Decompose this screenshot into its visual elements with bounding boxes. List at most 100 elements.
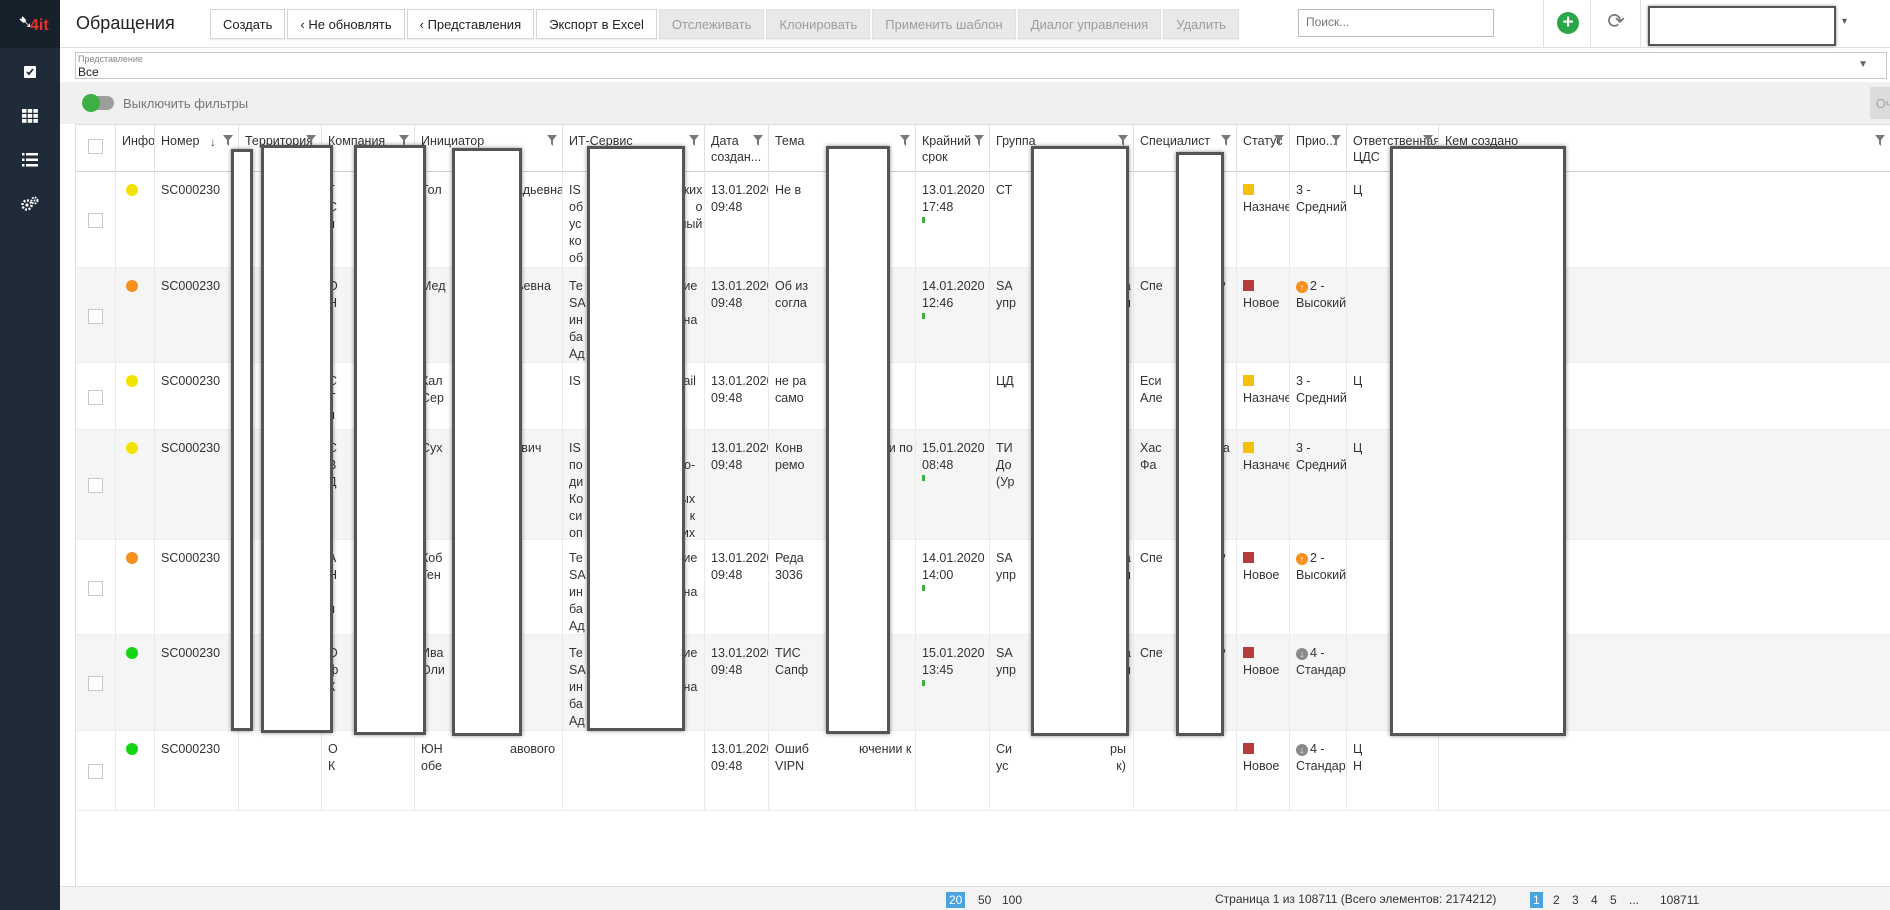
page-size-20[interactable]: 20 bbox=[946, 892, 966, 908]
cell-created: 13.01.2020 09:48 bbox=[705, 731, 769, 810]
divider bbox=[1590, 0, 1591, 48]
page-1[interactable]: 1 bbox=[1530, 892, 1543, 908]
list-icon[interactable] bbox=[18, 148, 42, 172]
export-excel-button[interactable]: Экспорт в Excel bbox=[536, 9, 657, 39]
row-checkbox[interactable] bbox=[88, 580, 103, 596]
cell-status: Новое bbox=[1237, 731, 1290, 810]
page-size-50[interactable]: 50 bbox=[975, 892, 994, 908]
row-checkbox[interactable] bbox=[88, 676, 103, 691]
column-header-number[interactable]: Номер ↓ bbox=[155, 125, 239, 173]
create-button[interactable]: Создать bbox=[210, 9, 286, 39]
topic-value: не ра само bbox=[775, 374, 807, 405]
column-header-info[interactable]: Инфо bbox=[116, 125, 155, 173]
cell-info bbox=[116, 172, 155, 267]
page-size-100[interactable]: 100 bbox=[999, 892, 1025, 908]
control-dialog-button[interactable]: Диалог управления bbox=[1017, 9, 1162, 39]
filter-icon[interactable] bbox=[974, 135, 984, 151]
cell-initiator: ЮН обе авового bbox=[415, 731, 563, 810]
row-checkbox[interactable] bbox=[88, 213, 103, 228]
page-3[interactable]: 3 bbox=[1569, 892, 1582, 908]
it-service-value: IS bbox=[569, 374, 581, 388]
app-logo[interactable]: ➷ 4it bbox=[0, 0, 60, 48]
settings-cogs-icon[interactable] bbox=[18, 192, 42, 216]
cell-deadline bbox=[916, 731, 990, 810]
cell-cds: Ц Н bbox=[1347, 731, 1439, 810]
cell-select bbox=[76, 172, 116, 267]
redaction-box bbox=[1031, 146, 1129, 736]
column-header-created[interactable]: Дата создан... bbox=[705, 125, 769, 173]
row-checkbox[interactable] bbox=[88, 389, 103, 405]
row-checkbox[interactable] bbox=[88, 308, 103, 324]
column-header-prio[interactable]: Прио... bbox=[1290, 125, 1347, 173]
filters-toggle[interactable] bbox=[82, 94, 114, 112]
topic-value: Конв ремо bbox=[775, 441, 805, 472]
clear-button[interactable]: Очистить bbox=[1870, 87, 1890, 119]
redaction-box bbox=[587, 146, 685, 731]
topic-value: Об из согла bbox=[775, 279, 809, 310]
deadline-progress-mark bbox=[922, 313, 925, 319]
page-4[interactable]: 4 bbox=[1588, 892, 1601, 908]
filter-icon[interactable] bbox=[1875, 135, 1885, 151]
page-5[interactable]: 5 bbox=[1607, 892, 1620, 908]
sort-desc-icon[interactable]: ↓ bbox=[210, 134, 216, 150]
page-2[interactable]: 2 bbox=[1550, 892, 1563, 908]
filter-icon[interactable] bbox=[900, 135, 910, 151]
add-icon[interactable]: + bbox=[1557, 12, 1579, 34]
column-header-status[interactable]: Статус bbox=[1237, 125, 1290, 173]
filter-icon[interactable] bbox=[1274, 135, 1284, 151]
cell-number: SC000230 bbox=[155, 268, 239, 362]
row-checkbox[interactable] bbox=[88, 478, 103, 493]
view-selector-caption: Представление bbox=[78, 54, 143, 64]
it-service-value: Те SA ин ба Ад по bbox=[569, 279, 586, 361]
it-service-value: IS по ди Ко си оп си bbox=[569, 441, 584, 539]
apply-template-button[interactable]: Применить шаблон bbox=[872, 9, 1016, 39]
filter-icon[interactable] bbox=[547, 135, 557, 151]
refresh-icon[interactable]: ⟳ bbox=[1604, 10, 1628, 34]
group-value: SA упр bbox=[996, 551, 1016, 582]
cell-info bbox=[116, 430, 155, 539]
cell-topic: Ошиб VIPN ючении к bbox=[769, 731, 916, 810]
no-refresh-button[interactable]: ‹ Не обновлять bbox=[287, 9, 405, 39]
redaction-box bbox=[452, 148, 522, 736]
cell-createdby bbox=[1439, 731, 1890, 810]
requests-grid: Инфо Номер ↓ Территория Компания Инициатор ИТ-… bbox=[75, 124, 1890, 886]
select-all-checkbox[interactable] bbox=[88, 139, 103, 154]
column-header-deadline[interactable]: Крайний срок bbox=[916, 125, 990, 173]
chevron-down-icon[interactable]: ▼ bbox=[1858, 59, 1868, 70]
filter-icon[interactable] bbox=[689, 135, 699, 151]
table-row[interactable]: SC000230А Н г нКоб ГенТе SA ин ба Ад пон… bbox=[76, 540, 1890, 635]
table-row[interactable]: SC000230Г С н зТолкадьевнаIS об ус ко об… bbox=[76, 172, 1890, 268]
table-row[interactable]: SC000230С Т н нКал СерISMail13.01.2020 0… bbox=[76, 363, 1890, 430]
grid-icon[interactable] bbox=[18, 104, 42, 128]
table-row[interactable]: SC000230 О К ЮН обе авового 13.01.2020 09:48… bbox=[76, 731, 1890, 811]
cell-select bbox=[76, 268, 116, 362]
track-button[interactable]: Отслеживать bbox=[658, 9, 765, 39]
cell-status: Новое bbox=[1237, 540, 1290, 634]
responsible-cds-value: Ц Н bbox=[1353, 742, 1363, 773]
page-last[interactable]: 108711 bbox=[1657, 892, 1702, 908]
filter-icon[interactable] bbox=[753, 135, 763, 151]
row-checkbox[interactable] bbox=[88, 764, 103, 779]
search-input[interactable]: Поиск... bbox=[1298, 9, 1494, 37]
top-toolbar: Обращения Создать ‹ Не обновлять ‹ Предс… bbox=[60, 0, 1890, 48]
cell-deadline: 15.01.2020 13:45 bbox=[916, 635, 990, 730]
chevron-down-icon[interactable]: ▾ bbox=[1842, 16, 1847, 27]
delete-button[interactable]: Удалить bbox=[1163, 9, 1239, 39]
deadline-value: 13.01.2020 17:48 bbox=[922, 183, 985, 214]
company-value: О К bbox=[328, 742, 338, 773]
filter-icon[interactable] bbox=[1331, 135, 1341, 151]
views-button[interactable]: ‹ Представления bbox=[406, 9, 535, 39]
user-menu[interactable] bbox=[1648, 6, 1836, 46]
table-row[interactable]: SC000230О НМедрьевнаТе SA ин ба Ад поние… bbox=[76, 268, 1890, 363]
created-date: 13.01.2020 09:48 bbox=[711, 279, 769, 310]
clone-button[interactable]: Клонировать bbox=[766, 9, 871, 39]
document-check-icon[interactable] bbox=[18, 60, 42, 84]
cell-service bbox=[563, 731, 705, 810]
cell-group: Си ус ры к) bbox=[990, 731, 1134, 810]
filter-icon[interactable] bbox=[1221, 135, 1231, 151]
status-value: Новое bbox=[1243, 663, 1280, 677]
view-selector-value: Все bbox=[78, 65, 99, 79]
table-row[interactable]: SC000230С В ДСухговичIS по ди Ко си оп с… bbox=[76, 430, 1890, 540]
table-row[interactable]: SC000230О ф КИва ОлиТе SA ин ба Ад поние… bbox=[76, 635, 1890, 731]
view-selector[interactable]: Представление Все ▼ bbox=[75, 52, 1887, 79]
